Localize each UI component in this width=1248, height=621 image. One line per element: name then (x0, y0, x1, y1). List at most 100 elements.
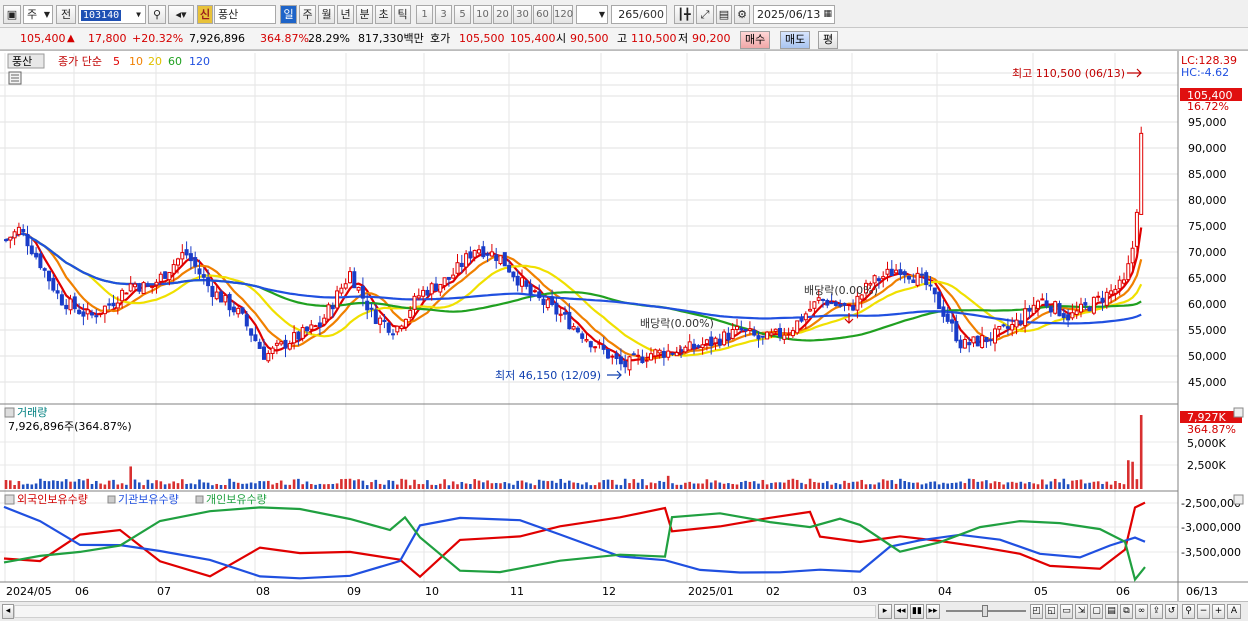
candle-body (158, 273, 163, 282)
fit-icon[interactable]: ⇲ (1075, 604, 1088, 619)
tab-year[interactable]: 년 (337, 5, 354, 24)
ma-60-label[interactable]: 60 (168, 55, 182, 68)
evaluate-button[interactable]: 평 (818, 31, 839, 49)
legend-individual[interactable]: 개인보유수량 (206, 493, 267, 506)
tab-month[interactable]: 월 (318, 5, 335, 24)
stock-name-field[interactable]: 풍산 (214, 5, 276, 24)
link-icon[interactable]: ∞ (1135, 604, 1148, 619)
holding-panel-close-icon[interactable] (1233, 494, 1244, 505)
volume-bar (219, 484, 223, 489)
volume-bar (146, 479, 150, 489)
zoom-in-icon[interactable]: + (1212, 604, 1225, 619)
price-tick-label: 80,000 (1188, 194, 1227, 207)
scroll-first-icon[interactable]: ◂◂ (894, 604, 908, 619)
volume-bar (387, 480, 390, 489)
candle-body (954, 321, 959, 342)
low-price: 90,200 (692, 32, 731, 45)
period-unit-select[interactable]: 주 ▼ (23, 5, 53, 24)
scroll-last-icon[interactable]: ▸▸ (926, 604, 940, 619)
search-icon[interactable]: ⚲ (148, 5, 166, 24)
scroll-pause-icon[interactable]: ▮▮ (910, 604, 924, 619)
tab-second[interactable]: 초 (375, 5, 392, 24)
candle-body (584, 339, 589, 342)
hoga-label: 호가 (430, 32, 451, 45)
chart-menu-icon[interactable]: ▣ (3, 5, 21, 24)
buy-button[interactable]: 매수 (740, 31, 771, 49)
search-icon[interactable]: ⚲ (1182, 604, 1195, 619)
print-icon[interactable]: ▤ (1105, 604, 1118, 619)
volume-bar (748, 481, 752, 489)
minute-option-1[interactable]: 1 (416, 5, 433, 24)
ma-20-label[interactable]: 20 (148, 55, 162, 68)
volume-bar (903, 481, 906, 489)
volume-bar (920, 484, 924, 489)
minute-option-5[interactable]: 5 (454, 5, 471, 24)
volume-bar (744, 480, 747, 489)
candle-body (498, 255, 503, 265)
sell-button[interactable]: 매도 (780, 31, 811, 49)
save-icon[interactable]: ▤ (716, 5, 732, 24)
tab-minute[interactable]: 분 (356, 5, 373, 24)
volume-bar (1002, 484, 1005, 489)
scroll-left-icon[interactable]: ◂ (2, 604, 14, 619)
candle-type-icon[interactable]: ┃╋ (674, 5, 694, 24)
stock-code-input[interactable]: 103140 ▼ (78, 5, 146, 24)
ma-120-label[interactable]: 120 (189, 55, 210, 68)
prev-button[interactable]: 전 (56, 5, 76, 24)
font-size-icon[interactable]: A (1227, 604, 1241, 619)
volume-bar (512, 484, 515, 489)
zoom-region-icon[interactable]: ▢ (1090, 604, 1103, 619)
candle-body (253, 334, 258, 342)
volume-panel-close-icon[interactable] (1233, 407, 1244, 418)
volume-bar (279, 480, 283, 489)
tab-week[interactable]: 주 (299, 5, 316, 24)
scroll-track[interactable] (14, 605, 876, 618)
chart-canvas[interactable]: 풍산 종가 단순 5 10 20 60 120 LC:128.39 HC:-4.… (0, 51, 1248, 602)
volume-panel-toggle-icon[interactable] (4, 407, 15, 418)
zoom-out-icon[interactable]: − (1197, 604, 1210, 619)
candle-body (176, 258, 180, 266)
zoom-slider-handle[interactable] (982, 605, 988, 617)
tab-tick[interactable]: 틱 (394, 5, 411, 24)
minute-option-30[interactable]: 30 (513, 5, 532, 24)
layout-icon-3[interactable]: ▭ (1060, 604, 1073, 619)
data-count-field[interactable]: 265/600 (611, 5, 667, 24)
calendar-icon[interactable]: ▦ (823, 6, 832, 23)
ma-5-label[interactable]: 5 (113, 55, 120, 68)
copy-icon[interactable]: ⧉ (1120, 604, 1133, 619)
ma-10-label[interactable]: 10 (129, 55, 143, 68)
scroll-play-icon[interactable]: ▸ (878, 604, 892, 619)
candle-body (317, 322, 322, 328)
volume-bar (413, 479, 416, 489)
holding-panel-toggle-icon[interactable] (4, 494, 15, 505)
volume-bar (985, 480, 988, 489)
custom-period-input[interactable]: ▼ (576, 5, 608, 24)
minute-option-120[interactable]: 120 (553, 5, 573, 24)
export-icon[interactable]: ⇪ (1150, 604, 1163, 619)
legend-institution[interactable]: 기관보유수량 (118, 493, 179, 506)
volume-bar (13, 485, 16, 489)
volume-bar (56, 480, 59, 489)
candle-body (81, 311, 86, 317)
candle-body (102, 305, 107, 315)
candle-body (257, 341, 262, 349)
layout-icon-1[interactable]: ◰ (1030, 604, 1043, 619)
minute-option-60[interactable]: 60 (533, 5, 552, 24)
minute-option-20[interactable]: 20 (493, 5, 512, 24)
candle-body (872, 275, 877, 284)
minute-option-10[interactable]: 10 (473, 5, 492, 24)
chart-area[interactable]: 풍산 종가 단순 5 10 20 60 120 LC:128.39 HC:-4.… (0, 50, 1248, 602)
minute-option-3[interactable]: 3 (435, 5, 452, 24)
tab-day[interactable]: 일 (280, 5, 297, 24)
volume-bar (1053, 478, 1057, 489)
speaker-icon[interactable]: ◂▾ (168, 5, 194, 24)
draw-tool-icon[interactable]: ⤢ (696, 5, 714, 24)
settings-gear-icon[interactable]: ⚙ (734, 5, 750, 24)
volume-bar (735, 484, 739, 489)
layout-icon-2[interactable]: ◱ (1045, 604, 1058, 619)
restore-icon[interactable]: ↺ (1165, 604, 1178, 619)
candle-body (636, 354, 641, 357)
legend-foreign[interactable]: 외국인보유수량 (17, 493, 88, 506)
open-label: 시 (556, 32, 567, 45)
date-field[interactable]: 2025/06/13 ▦ (753, 5, 835, 24)
